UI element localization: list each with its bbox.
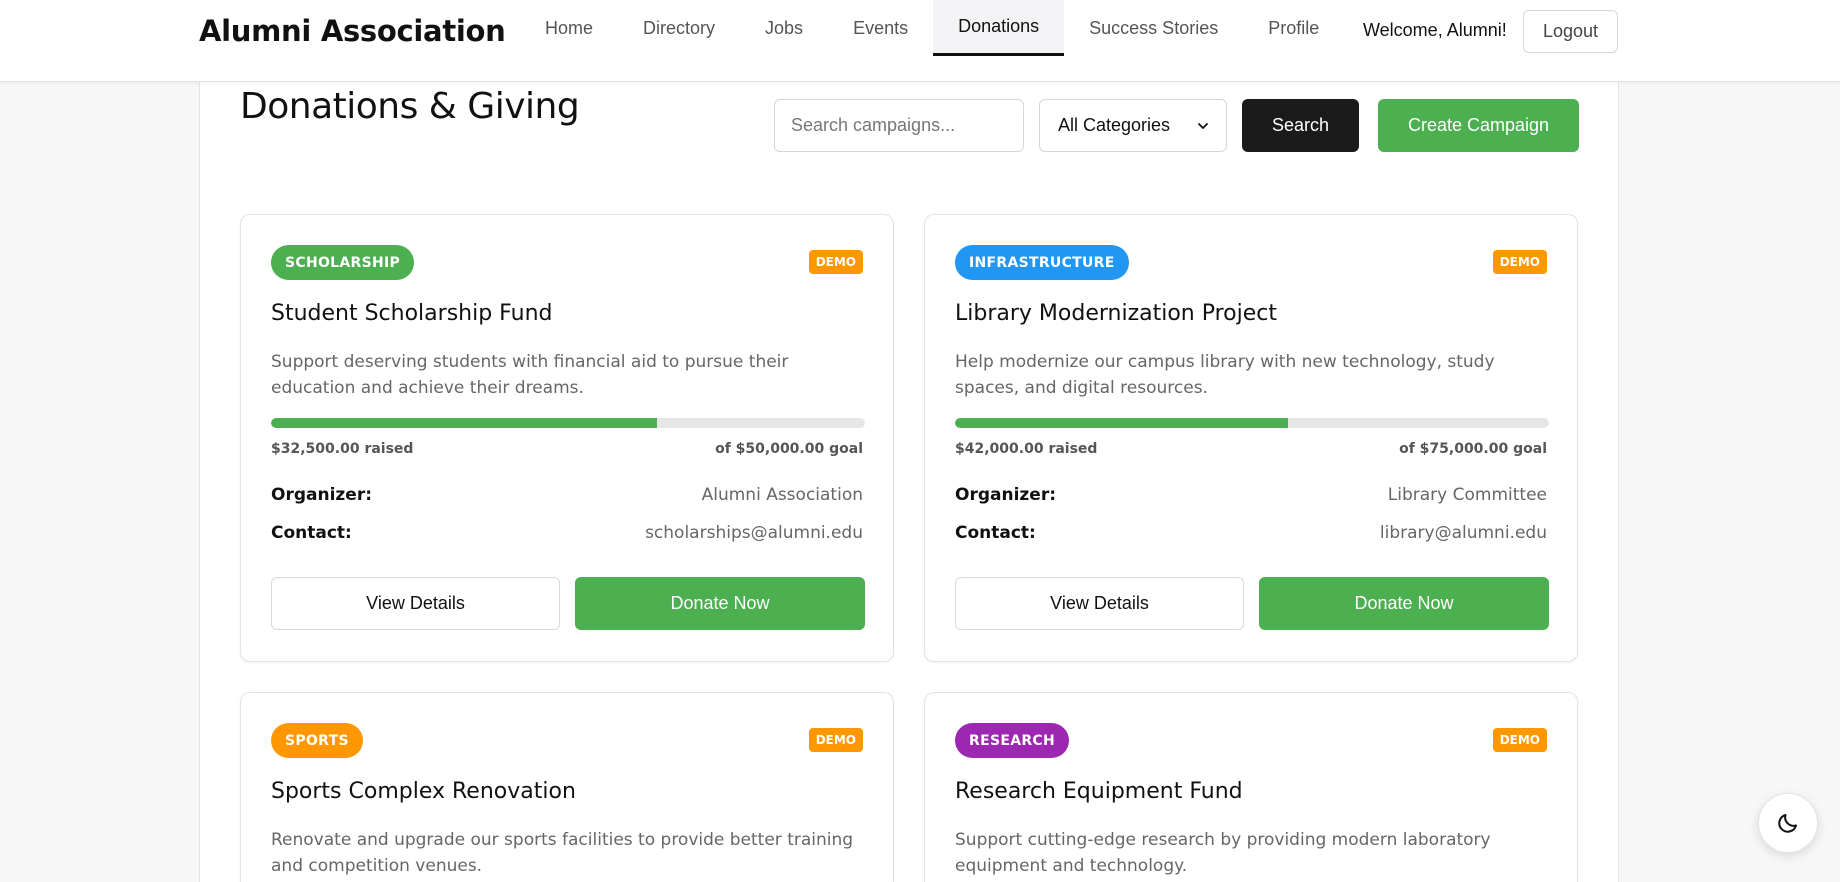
contact-label: Contact: <box>271 523 352 543</box>
demo-badge: DEMO <box>1492 728 1547 752</box>
organizer-label: Organizer: <box>271 485 373 505</box>
campaign-description: Help modernize our campus library with n… <box>955 352 1495 398</box>
amount-raised: $32,500.00 raised <box>271 441 414 457</box>
progress-fill <box>271 418 658 428</box>
campaign-description: Support deserving students with financia… <box>271 352 789 398</box>
main-nav: Home Directory Jobs Events Donations Suc… <box>520 0 1344 56</box>
category-select-value: All Categories <box>1058 115 1171 135</box>
search-input[interactable] <box>774 99 1024 152</box>
logout-button[interactable]: Logout <box>1523 10 1618 53</box>
goal-amount: of $50,000.00 goal <box>715 441 863 457</box>
donate-now-button[interactable]: Donate Now <box>575 577 865 630</box>
nav-jobs[interactable]: Jobs <box>740 0 828 56</box>
campaign-card: SCHOLARSHIP DEMO Student Scholarship Fun… <box>240 214 894 662</box>
contact-label: Contact: <box>955 523 1036 543</box>
page-title: Donations & Giving <box>240 86 580 127</box>
nav-profile[interactable]: Profile <box>1243 0 1344 56</box>
organizer-value: Library Committee <box>1387 485 1547 505</box>
donate-now-button[interactable]: Donate Now <box>1259 577 1549 630</box>
campaign-description: Renovate and upgrade our sports faciliti… <box>271 830 854 876</box>
demo-badge: DEMO <box>1492 250 1547 274</box>
progress-bar <box>271 418 865 428</box>
search-button[interactable]: Search <box>1242 99 1359 152</box>
category-badge: INFRASTRUCTURE <box>955 245 1129 280</box>
chevron-down-icon <box>1198 122 1208 129</box>
campaign-title: Library Modernization Project <box>955 301 1278 326</box>
campaign-title: Research Equipment Fund <box>955 779 1243 804</box>
nav-home[interactable]: Home <box>520 0 618 56</box>
campaign-description: Support cutting-edge research by providi… <box>955 830 1491 876</box>
campaign-card: RESEARCH DEMO Research Equipment Fund Su… <box>924 692 1578 882</box>
organizer-label: Organizer: <box>955 485 1057 505</box>
view-details-button[interactable]: View Details <box>271 577 560 630</box>
amount-raised: $42,000.00 raised <box>955 441 1098 457</box>
moon-icon <box>1778 814 1797 833</box>
campaign-card: INFRASTRUCTURE DEMO Library Modernizatio… <box>924 214 1578 662</box>
campaign-title: Student Scholarship Fund <box>271 301 553 326</box>
demo-badge: DEMO <box>808 250 863 274</box>
campaign-card: SPORTS DEMO Sports Complex Renovation Re… <box>240 692 894 882</box>
goal-amount: of $75,000.00 goal <box>1399 441 1547 457</box>
welcome-text: Welcome, Alumni! <box>1363 20 1507 40</box>
nav-success-stories[interactable]: Success Stories <box>1064 0 1243 56</box>
category-select[interactable]: All Categories <box>1039 99 1227 152</box>
nav-events[interactable]: Events <box>828 0 933 56</box>
view-details-button[interactable]: View Details <box>955 577 1244 630</box>
main-content: Donations & Giving All Categories Search… <box>199 82 1619 882</box>
contact-value[interactable]: library@alumni.edu <box>1380 523 1547 543</box>
category-badge: SPORTS <box>271 723 363 758</box>
progress-fill <box>955 418 1288 428</box>
demo-badge: DEMO <box>808 728 863 752</box>
category-badge: RESEARCH <box>955 723 1069 758</box>
contact-value[interactable]: scholarships@alumni.edu <box>645 523 863 543</box>
create-campaign-button[interactable]: Create Campaign <box>1378 99 1579 152</box>
brand-title[interactable]: Alumni Association <box>199 14 506 48</box>
nav-directory[interactable]: Directory <box>618 0 740 56</box>
category-badge: SCHOLARSHIP <box>271 245 415 280</box>
progress-bar <box>955 418 1549 428</box>
organizer-value: Alumni Association <box>701 485 863 505</box>
top-navbar: Alumni Association Home Directory Jobs E… <box>0 0 1840 82</box>
campaign-title: Sports Complex Renovation <box>271 779 576 804</box>
nav-donations[interactable]: Donations <box>933 0 1065 56</box>
theme-toggle-button[interactable] <box>1758 793 1818 853</box>
